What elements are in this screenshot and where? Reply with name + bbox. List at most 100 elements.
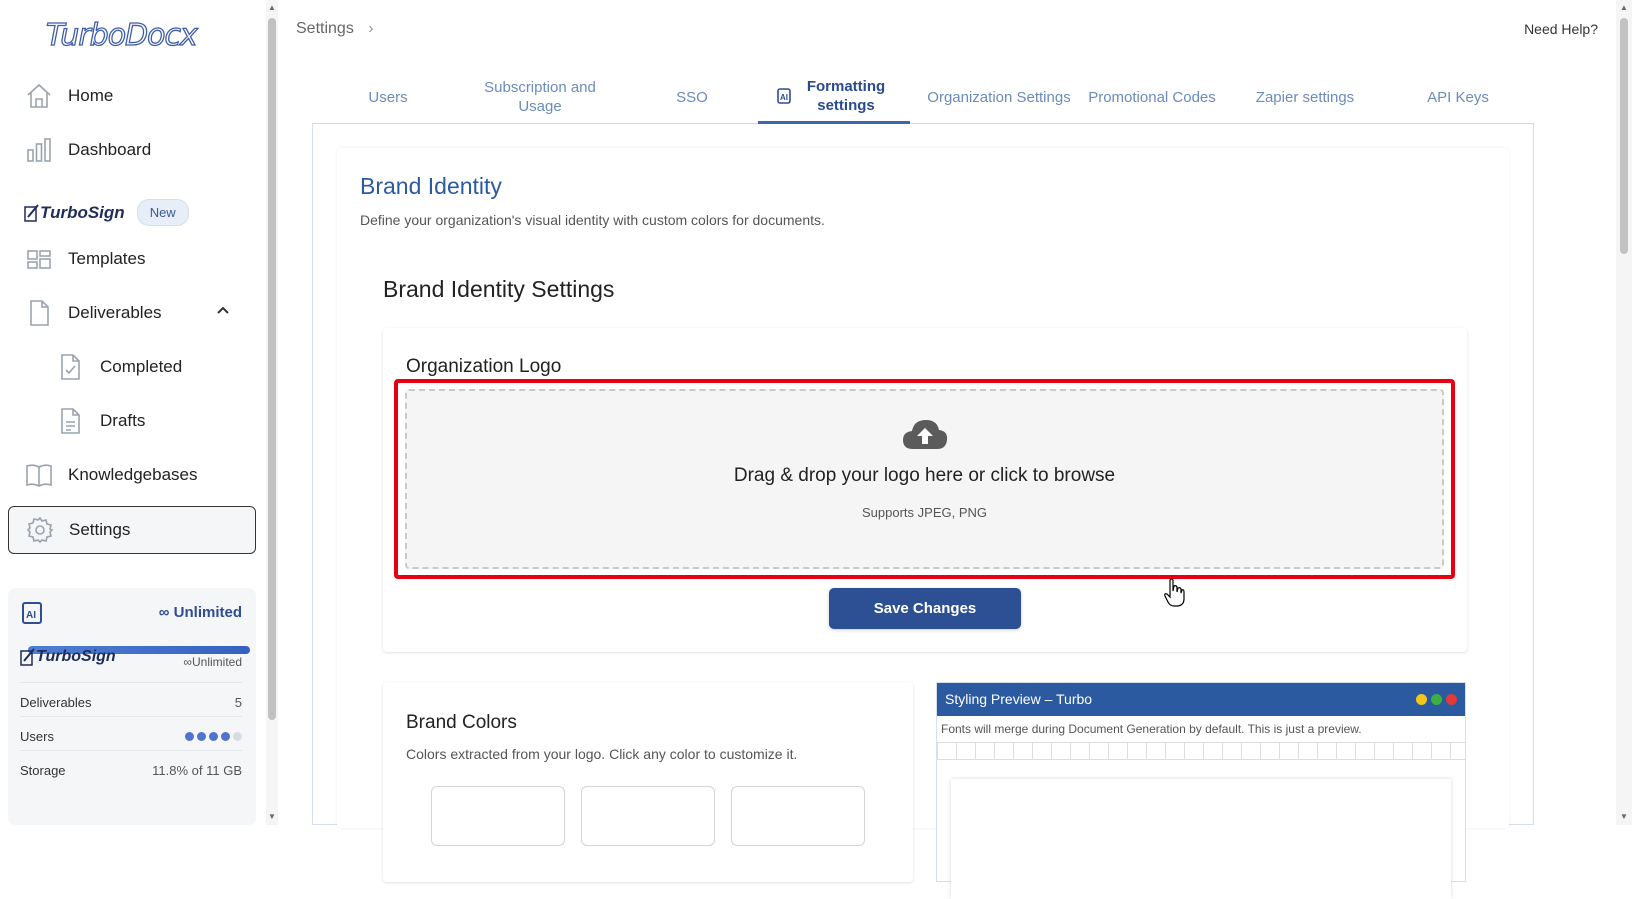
templates-icon bbox=[24, 244, 54, 274]
bar-chart-icon bbox=[24, 135, 54, 165]
sidebar-item-label: Settings bbox=[69, 520, 131, 539]
sidebar-item-label: Knowledgebases bbox=[68, 465, 198, 484]
main-content: Settings › Need Help? Users Subscription… bbox=[278, 0, 1616, 899]
tab-organization[interactable]: Organization Settings bbox=[923, 70, 1075, 124]
sidebar-item-dashboard[interactable]: Dashboard bbox=[8, 126, 256, 174]
sidebar-item-completed[interactable]: Completed bbox=[8, 343, 256, 391]
infinity-icon: ∞ bbox=[158, 604, 170, 621]
need-help-link[interactable]: Need Help? bbox=[1524, 21, 1598, 37]
sidebar-item-deliverables[interactable]: Deliverables bbox=[8, 289, 256, 337]
app-logo[interactable]: TurboDocx bbox=[45, 17, 198, 53]
sidebar-item-label: Completed bbox=[100, 357, 183, 376]
color-swatch[interactable] bbox=[581, 786, 715, 846]
scroll-down-arrow-icon[interactable]: ▼ bbox=[268, 812, 276, 821]
tab-panel: Brand Identity Define your organization'… bbox=[312, 124, 1534, 899]
close-dot-icon bbox=[1446, 694, 1457, 705]
users-usage-dots bbox=[185, 732, 242, 741]
sidebar-item-knowledgebases[interactable]: Knowledgebases bbox=[8, 451, 256, 499]
storage-usage-row: Storage 11.8% of 11 GB bbox=[20, 763, 242, 778]
tab-formatting-label: Formatting settings bbox=[806, 77, 886, 114]
sidebar-item-drafts[interactable]: Drafts bbox=[8, 397, 256, 445]
section-title: Brand Identity Settings bbox=[383, 276, 615, 302]
turbosign-usage: TurboSign bbox=[20, 648, 116, 666]
minimize-dot-icon bbox=[1416, 694, 1427, 705]
dropzone-subtext: Supports JPEG, PNG bbox=[862, 505, 987, 520]
sidebar-item-label: Templates bbox=[68, 249, 146, 268]
breadcrumb: Settings › bbox=[296, 20, 374, 38]
breadcrumb-settings[interactable]: Settings bbox=[296, 20, 354, 37]
document-lines-icon bbox=[56, 406, 86, 436]
ai-document-icon: AI bbox=[22, 602, 42, 624]
turbosign-usage-label: TurboSign bbox=[36, 648, 116, 665]
scroll-up-arrow-icon[interactable]: ▲ bbox=[268, 3, 276, 12]
sidebar-scrollbar[interactable]: ▲ ▼ bbox=[266, 0, 278, 825]
save-changes-button[interactable]: Save Changes bbox=[829, 588, 1021, 629]
sidebar-item-settings[interactable]: Settings bbox=[8, 506, 256, 554]
sidebar-scrollbar-thumb[interactable] bbox=[268, 18, 276, 720]
user-seat-dot bbox=[185, 732, 194, 741]
deliverables-usage-row: Deliverables 5 bbox=[20, 695, 242, 710]
organization-logo-card: Organization Logo Drag & drop your logo … bbox=[383, 328, 1467, 652]
divider bbox=[20, 716, 242, 717]
users-usage-label: Users bbox=[20, 729, 54, 744]
user-seat-dot bbox=[233, 732, 242, 741]
preview-note: Fonts will merge during Document Generat… bbox=[941, 722, 1362, 736]
maximize-dot-icon bbox=[1431, 694, 1442, 705]
storage-usage-value: 11.8% of 11 GB bbox=[152, 763, 242, 778]
deliverables-usage-label: Deliverables bbox=[20, 695, 92, 710]
tab-promotional[interactable]: Promotional Codes bbox=[1076, 70, 1228, 124]
settings-tabs: Users Subscription and Usage SSO AI Form… bbox=[312, 70, 1534, 124]
usage-card: AI ∞ Unlimited TurboSign ∞Unlimited Deli… bbox=[8, 588, 256, 825]
sidebar-item-label: Dashboard bbox=[68, 140, 152, 159]
divider bbox=[20, 682, 242, 683]
sidebar-item-label: Deliverables bbox=[68, 303, 162, 322]
turbosign-logo: TurboSign bbox=[40, 202, 125, 222]
user-seat-dot bbox=[209, 732, 218, 741]
tab-subscription[interactable]: Subscription and Usage bbox=[464, 70, 616, 124]
storage-usage-label: Storage bbox=[20, 763, 66, 778]
home-icon bbox=[24, 81, 54, 111]
tab-formatting[interactable]: AI Formatting settings bbox=[758, 70, 910, 124]
hand-cursor-icon bbox=[1164, 578, 1185, 607]
tab-api-keys[interactable]: API Keys bbox=[1382, 70, 1534, 124]
users-usage-row: Users bbox=[20, 729, 242, 744]
tab-users[interactable]: Users bbox=[312, 70, 464, 124]
ai-unlimited-label: ∞ Unlimited bbox=[158, 604, 242, 621]
new-badge: New bbox=[136, 199, 189, 226]
color-swatch[interactable] bbox=[731, 786, 865, 846]
sidebar-item-label: Home bbox=[68, 86, 114, 105]
signature-pen-icon bbox=[20, 648, 35, 666]
svg-text:AI: AI bbox=[780, 93, 788, 102]
sidebar-item-templates[interactable]: Templates bbox=[8, 235, 256, 283]
dropzone-text: Drag & drop your logo here or click to b… bbox=[733, 465, 1116, 486]
cloud-upload-icon bbox=[902, 420, 947, 449]
deliverables-usage-value: 5 bbox=[234, 695, 242, 710]
preview-header: Styling Preview – Turbo bbox=[937, 683, 1465, 716]
scroll-down-arrow-icon[interactable]: ▼ bbox=[1620, 812, 1628, 821]
tab-sso[interactable]: SSO bbox=[616, 70, 768, 124]
preview-page bbox=[951, 779, 1451, 899]
sidebar-item-turbosign[interactable]: TurboSign New bbox=[24, 199, 189, 226]
sidebar-item-label: Drafts bbox=[100, 411, 146, 430]
page-scrollbar-thumb[interactable] bbox=[1620, 18, 1628, 254]
color-swatch[interactable] bbox=[431, 786, 565, 846]
user-seat-dot bbox=[221, 732, 230, 741]
brand-identity-card: Brand Identity Define your organization'… bbox=[337, 148, 1509, 899]
tab-zapier[interactable]: Zapier settings bbox=[1229, 70, 1381, 124]
brand-colors-card: Brand Colors Colors extracted from your … bbox=[383, 682, 913, 882]
document-icon bbox=[24, 298, 54, 328]
highlight-box: Drag & drop your logo here or click to b… bbox=[394, 379, 1455, 579]
scroll-up-arrow-icon[interactable]: ▲ bbox=[1620, 3, 1628, 12]
page-scrollbar[interactable]: ▲ ▼ bbox=[1616, 0, 1632, 825]
sidebar-item-home[interactable]: Home bbox=[8, 72, 256, 120]
gear-icon bbox=[25, 515, 55, 545]
chevron-up-icon[interactable] bbox=[216, 303, 230, 317]
book-icon bbox=[24, 460, 54, 490]
logo-dropzone[interactable]: Drag & drop your logo here or click to b… bbox=[405, 389, 1444, 569]
ai-document-icon: AI bbox=[777, 87, 791, 104]
document-check-icon bbox=[56, 352, 86, 382]
user-seat-dot bbox=[197, 732, 206, 741]
chevron-right-icon: › bbox=[368, 20, 374, 37]
turbosign-unlimited: ∞Unlimited bbox=[183, 655, 242, 669]
page-description: Define your organization's visual identi… bbox=[360, 212, 825, 228]
